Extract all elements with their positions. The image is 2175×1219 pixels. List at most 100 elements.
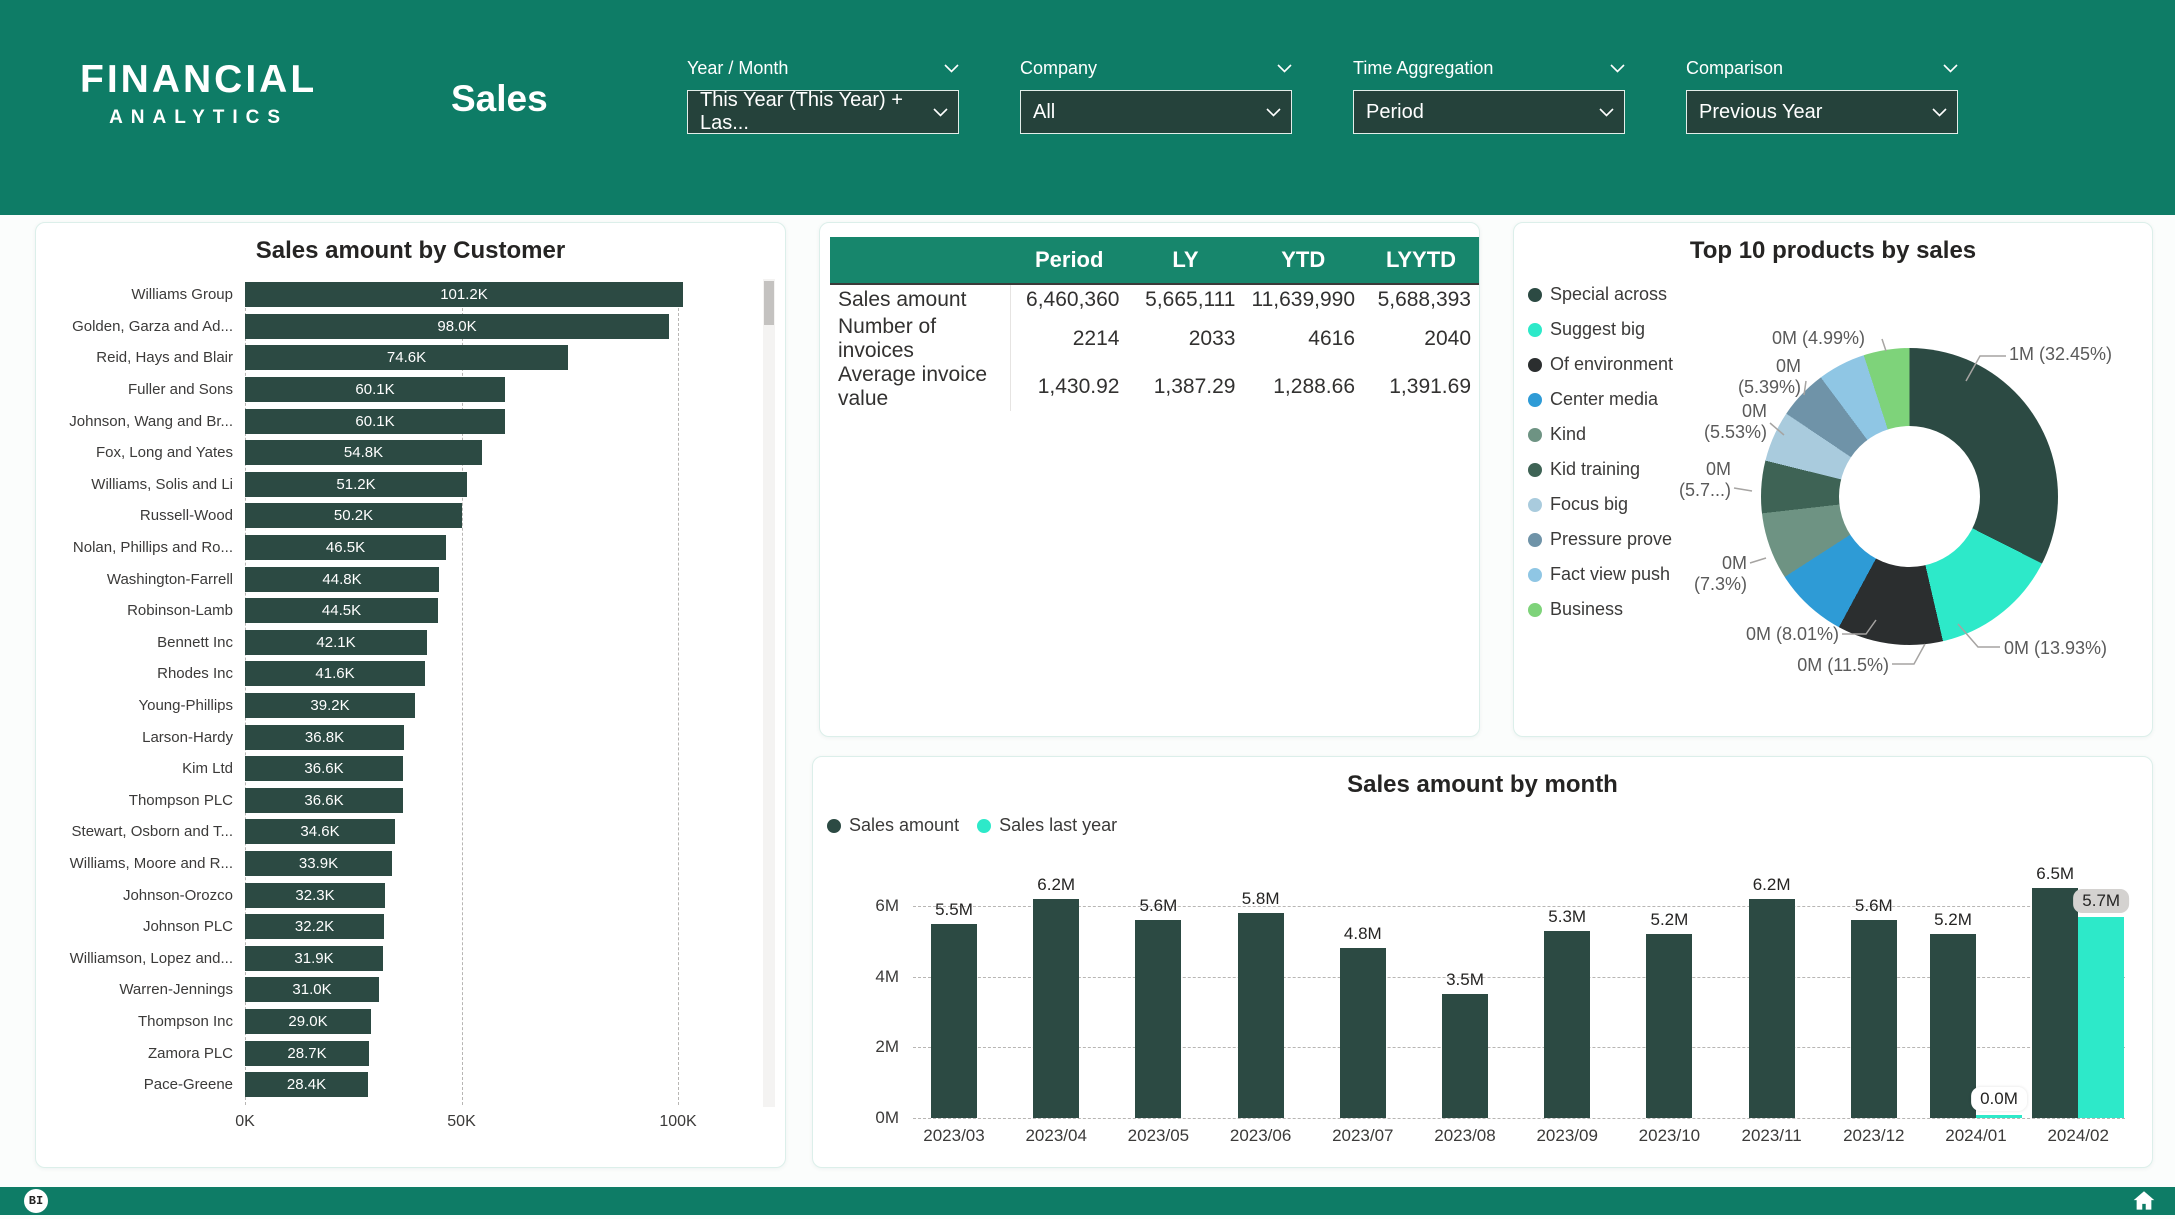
customer-label: Kim Ltd (48, 760, 245, 777)
customer-bar[interactable]: 28.4K (245, 1072, 368, 1097)
monthly-legend: Sales amount Sales last year (827, 815, 1117, 836)
sales-amount-bar[interactable]: 5.5M (931, 924, 977, 1118)
customer-bar[interactable]: 39.2K (245, 693, 415, 718)
chevron-down-icon[interactable] (1932, 108, 1947, 117)
sales-amount-bar[interactable]: 5.6M (1135, 920, 1181, 1118)
sales-last-year-bar[interactable]: 0.0M (1976, 1115, 2022, 1118)
legend-label: Sales amount (849, 815, 959, 836)
month-bar-group: 5.3M (1516, 931, 1618, 1118)
filter-header: Time Aggregation (1353, 55, 1625, 81)
month-bar-group: 5.8M (1210, 913, 1312, 1118)
legend-item-sales-amount[interactable]: Sales amount (827, 815, 959, 836)
customer-bar[interactable]: 34.6K (245, 819, 395, 844)
kpi-value: 1,387.29 (1127, 363, 1243, 411)
comparison-dropdown[interactable]: Previous Year (1686, 90, 1958, 134)
kpi-row: Sales amount6,460,3605,665,11111,639,990… (830, 284, 1479, 315)
sales-amount-bar[interactable]: 6.2M (1749, 899, 1795, 1118)
customer-bar[interactable]: 60.1K (245, 409, 505, 434)
filter-header: Company (1020, 55, 1292, 81)
sales-amount-bar[interactable]: 5.2M (1646, 934, 1692, 1118)
kpi-value: 2040 (1363, 315, 1479, 363)
bar-value-label: 98.0K (437, 318, 476, 335)
chevron-down-icon[interactable] (944, 64, 959, 73)
customer-bar[interactable]: 28.7K (245, 1041, 369, 1066)
filter-header: Year / Month (687, 55, 959, 81)
customer-label: Rhodes Inc (48, 665, 245, 682)
chevron-down-icon[interactable] (1943, 64, 1958, 73)
customer-bar[interactable]: 31.9K (245, 946, 383, 971)
customer-bar[interactable]: 41.6K (245, 661, 425, 686)
sales-amount-bar[interactable]: 5.8M (1238, 913, 1284, 1118)
customer-bar[interactable]: 54.8K (245, 440, 482, 465)
sales-amount-bar[interactable]: 3.5M (1442, 994, 1488, 1118)
customer-bar[interactable]: 60.1K (245, 377, 505, 402)
sales-amount-bar[interactable]: 5.6M (1851, 920, 1897, 1118)
scrollbar-thumb[interactable] (764, 281, 774, 325)
customer-bar[interactable]: 32.3K (245, 883, 385, 908)
sales-amount-bar[interactable]: 5.3M (1544, 931, 1590, 1118)
bar-value-label: 44.5K (322, 602, 361, 619)
bar-value-label: 6.2M (1753, 875, 1791, 895)
customer-bar[interactable]: 44.8K (245, 567, 439, 592)
bar-value-label: 3.5M (1446, 970, 1484, 990)
customer-bar[interactable]: 74.6K (245, 345, 568, 370)
customer-bar[interactable]: 42.1K (245, 630, 427, 655)
customer-chart-scrollbar[interactable] (763, 279, 775, 1107)
bar-value-label: 51.2K (336, 476, 375, 493)
kpi-column-header (830, 237, 1011, 284)
customer-label: Johnson-Orozco (48, 887, 245, 904)
donut-data-label: 0M (8.01%) (1709, 624, 1839, 645)
kpi-value: 6,460,360 (1011, 284, 1128, 315)
customer-bar[interactable]: 36.6K (245, 788, 403, 813)
month-bar-group: 6.2M (1721, 899, 1823, 1118)
customer-label: Stewart, Osborn and T... (48, 823, 245, 840)
x-axis-tick: 100K (659, 1113, 696, 1131)
year-month-dropdown[interactable]: This Year (This Year) + Las... (687, 90, 959, 134)
chevron-down-icon[interactable] (1277, 64, 1292, 73)
customer-bar[interactable]: 101.2K (245, 282, 683, 307)
chevron-down-icon[interactable] (1599, 108, 1614, 117)
customer-bar[interactable]: 33.9K (245, 851, 392, 876)
customer-bar[interactable]: 51.2K (245, 472, 467, 497)
customer-bar-row: Robinson-Lamb44.5K (48, 595, 761, 627)
donut-data-label: 1M (32.45%) (2009, 344, 2149, 365)
y-axis-tick: 2M (831, 1037, 899, 1057)
customer-bar[interactable]: 32.2K (245, 914, 384, 939)
sales-amount-bar[interactable]: 5.2M (1930, 934, 1976, 1118)
customer-bar[interactable]: 29.0K (245, 1009, 371, 1034)
customer-bar[interactable]: 31.0K (245, 977, 379, 1002)
chevron-down-icon[interactable] (1610, 64, 1625, 73)
home-button[interactable] (2131, 1188, 2157, 1219)
chevron-down-icon[interactable] (1266, 108, 1281, 117)
gridline (913, 1118, 2125, 1119)
bar-value-label: 32.2K (295, 918, 334, 935)
bar-value-label: 101.2K (440, 286, 488, 303)
filter-label: Time Aggregation (1353, 58, 1493, 79)
customer-bar-row: Bennett Inc42.1K (48, 627, 761, 659)
sales-amount-bar[interactable]: 6.2M (1033, 899, 1079, 1118)
sales-amount-bar[interactable]: 6.5M (2032, 888, 2078, 1118)
kpi-table-card: PeriodLYYTDLYYTD Sales amount6,460,3605,… (819, 222, 1480, 737)
legend-item-sales-last-year[interactable]: Sales last year (977, 815, 1117, 836)
bar-value-label: 60.1K (355, 381, 394, 398)
company-dropdown[interactable]: All (1020, 90, 1292, 134)
customer-label: Young-Phillips (48, 697, 245, 714)
customer-bar[interactable]: 46.5K (245, 535, 446, 560)
customer-bar[interactable]: 98.0K (245, 314, 669, 339)
y-axis-tick: 0M (831, 1108, 899, 1128)
time-aggregation-dropdown[interactable]: Period (1353, 90, 1625, 134)
donut-label-line: (5.39%) (1691, 377, 1801, 398)
month-bar-group: 6.2M (1005, 899, 1107, 1118)
customer-label: Johnson PLC (48, 918, 245, 935)
chevron-down-icon[interactable] (933, 108, 948, 117)
customer-bar[interactable]: 50.2K (245, 503, 462, 528)
kpi-value: 5,665,111 (1127, 284, 1243, 315)
customer-bar[interactable]: 36.6K (245, 756, 403, 781)
sales-last-year-bar[interactable]: 5.7M (2078, 917, 2124, 1118)
customer-bar[interactable]: 44.5K (245, 598, 438, 623)
customer-label: Washington-Farrell (48, 571, 245, 588)
sales-amount-bar[interactable]: 4.8M (1340, 948, 1386, 1118)
month-bar-group: 5.2M0.0M (1925, 934, 2027, 1118)
customer-bar[interactable]: 36.8K (245, 725, 404, 750)
month-bar-group: 6.5M5.7M (2027, 888, 2129, 1118)
